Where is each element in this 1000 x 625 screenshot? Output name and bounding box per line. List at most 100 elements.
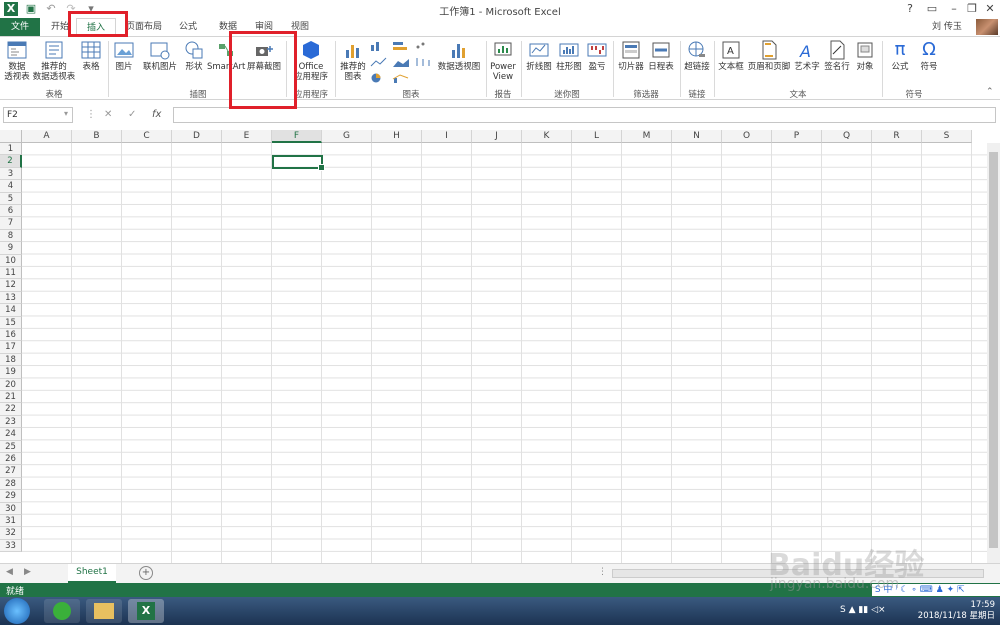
row-header[interactable]: 1 (0, 143, 22, 156)
header-footer-button[interactable]: 页眉和页脚 (746, 40, 792, 72)
row-header[interactable]: 7 (0, 217, 22, 230)
name-box[interactable]: F2 (3, 107, 73, 123)
row-header[interactable]: 6 (0, 205, 22, 218)
vertical-scroll-thumb[interactable] (989, 152, 998, 548)
chart-type-gallery[interactable] (370, 41, 432, 85)
sparkline-winloss-button[interactable]: 盈亏 (585, 40, 609, 72)
insert-function-icon[interactable]: fx (152, 109, 161, 120)
avatar[interactable] (976, 19, 998, 35)
row-header[interactable]: 26 (0, 453, 22, 466)
column-header[interactable]: M (622, 130, 672, 143)
ribbon-display-button[interactable]: ▭ (922, 1, 942, 17)
row-header[interactable]: 19 (0, 366, 22, 379)
column-header[interactable]: S (922, 130, 972, 143)
row-header[interactable]: 8 (0, 229, 22, 243)
wordart-button[interactable]: A 艺术字 (792, 40, 822, 72)
active-cell[interactable] (272, 155, 325, 172)
row-header[interactable]: 30 (0, 502, 22, 515)
help-button[interactable]: ? (900, 1, 920, 17)
sheet-splitter-icon[interactable]: ⋮ (598, 567, 607, 577)
row-header[interactable]: 21 (0, 391, 22, 404)
new-sheet-button[interactable]: + (139, 566, 153, 580)
column-header[interactable]: L (572, 130, 622, 143)
row-header[interactable]: 20 (0, 378, 22, 391)
restore-button[interactable]: ❐ (962, 1, 982, 17)
textbox-button[interactable]: A 文本框 (716, 40, 746, 72)
column-header[interactable]: P (772, 130, 822, 143)
row-header[interactable]: 25 (0, 440, 22, 453)
column-header[interactable]: E (222, 130, 272, 143)
row-header[interactable]: 22 (0, 403, 22, 416)
row-header[interactable]: 16 (0, 329, 22, 342)
pivotchart-button[interactable]: 数据透视图 (436, 40, 482, 72)
cell-area[interactable] (22, 143, 987, 563)
cancel-icon[interactable]: ✕ (104, 109, 112, 120)
tab-file[interactable]: 文件 (0, 18, 40, 36)
column-chart-icon[interactable] (370, 41, 388, 51)
sheet-prev-icon[interactable]: ◀ (6, 567, 13, 577)
row-header[interactable]: 24 (0, 428, 22, 441)
hyperlink-button[interactable]: 超链接 (682, 40, 712, 72)
row-header[interactable]: 10 (0, 254, 22, 267)
column-header[interactable]: D (172, 130, 222, 143)
tray-icons[interactable]: S ▲ ▮▮ ◁× (840, 605, 886, 615)
row-header[interactable]: 11 (0, 267, 22, 280)
row-header[interactable]: 31 (0, 515, 22, 528)
sheet-tab-sheet1[interactable]: Sheet1 (68, 564, 116, 583)
row-header[interactable]: 15 (0, 316, 22, 329)
row-header[interactable]: 14 (0, 304, 22, 317)
column-header[interactable]: N (672, 130, 722, 143)
collapse-ribbon-icon[interactable]: ⌃ (986, 87, 994, 97)
area-chart-icon[interactable] (392, 57, 410, 67)
row-header[interactable]: 5 (0, 192, 22, 205)
taskbar-browser[interactable] (44, 599, 80, 623)
row-header[interactable]: 28 (0, 477, 22, 491)
row-header[interactable]: 3 (0, 167, 22, 181)
row-header[interactable]: 12 (0, 279, 22, 292)
column-header[interactable]: I (422, 130, 472, 143)
formula-input[interactable] (173, 107, 996, 123)
row-header[interactable]: 17 (0, 341, 22, 354)
column-header[interactable]: R (872, 130, 922, 143)
sheet-next-icon[interactable]: ▶ (24, 567, 31, 577)
slicer-button[interactable]: 切片器 (616, 40, 646, 72)
sparkline-column-button[interactable]: 柱形图 (554, 40, 584, 72)
column-header[interactable]: J (472, 130, 522, 143)
minimize-button[interactable]: – (944, 1, 964, 17)
sparkline-line-button[interactable]: 折线图 (524, 40, 554, 72)
signature-line-button[interactable]: 签名行 (822, 40, 852, 72)
scatter-chart-icon[interactable] (414, 41, 432, 51)
pivottable-button[interactable]: 数据 透视表 (2, 40, 32, 82)
row-header[interactable]: 2 (0, 155, 22, 168)
row-header[interactable]: 33 (0, 539, 22, 553)
start-button[interactable] (4, 598, 30, 624)
row-header[interactable]: 13 (0, 291, 22, 305)
table-button[interactable]: 表格 (78, 40, 104, 72)
column-header[interactable]: A (22, 130, 72, 143)
row-header[interactable]: 4 (0, 180, 22, 193)
row-header[interactable]: 23 (0, 415, 22, 429)
name-box-dropdown-icon[interactable]: ▾ (64, 109, 68, 118)
clock[interactable]: 17:59 2018/11/18 星期日 (905, 600, 995, 622)
power-view-button[interactable]: Power View (488, 40, 518, 82)
taskbar-explorer[interactable] (86, 599, 122, 623)
column-header[interactable]: K (522, 130, 572, 143)
select-all-corner[interactable] (0, 130, 22, 143)
row-header[interactable]: 18 (0, 353, 22, 367)
row-header[interactable]: 32 (0, 527, 22, 540)
line-chart-icon[interactable] (370, 57, 388, 67)
row-header[interactable]: 9 (0, 242, 22, 255)
close-button[interactable]: ✕ (980, 1, 1000, 17)
bar-chart-icon[interactable] (392, 41, 410, 51)
symbol-button[interactable]: Ω 符号 (916, 40, 942, 73)
recommended-pivottable-button[interactable]: 推荐的 数据透视表 (32, 40, 76, 82)
pie-chart-icon[interactable] (370, 73, 388, 83)
column-header[interactable]: H (372, 130, 422, 143)
user-name[interactable]: 刘 传玉 (932, 18, 962, 36)
column-header[interactable]: Q (822, 130, 872, 143)
pictures-button[interactable]: 图片 (112, 40, 136, 72)
column-header[interactable]: C (122, 130, 172, 143)
column-header[interactable]: B (72, 130, 122, 143)
row-header[interactable]: 27 (0, 465, 22, 478)
column-header[interactable]: G (322, 130, 372, 143)
